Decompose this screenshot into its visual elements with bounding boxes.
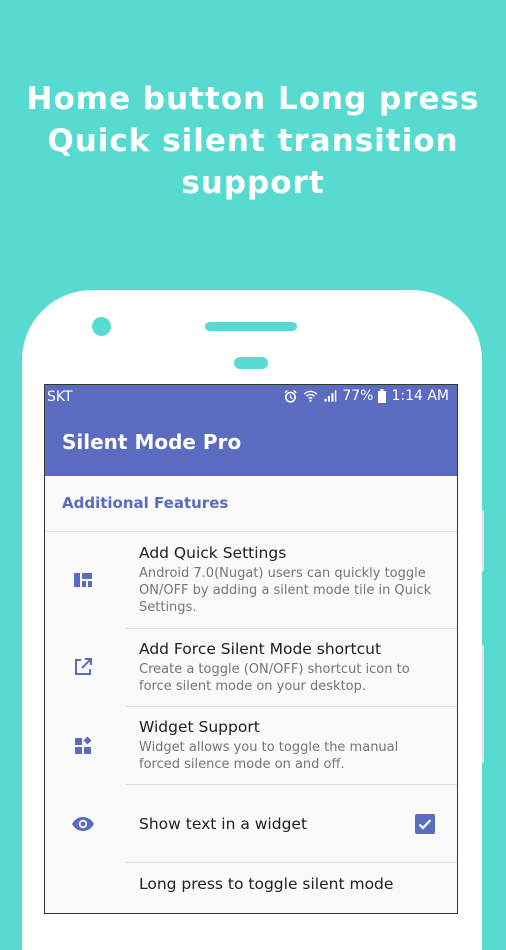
- battery-icon: [378, 389, 387, 403]
- status-bar: SKT 77% 1:14 AM: [45, 385, 457, 410]
- show-text-checkbox[interactable]: [415, 814, 435, 834]
- item-title: Add Quick Settings: [139, 544, 287, 562]
- app-title: Silent Mode Pro: [62, 430, 242, 454]
- quick-settings-tile-icon: [71, 568, 95, 592]
- widgets-icon: [71, 734, 95, 758]
- item-title: Widget Support: [139, 718, 260, 736]
- phone-screen: SKT 77% 1:14 AM Silent Mode Pro Addition…: [44, 384, 458, 914]
- phone-sensor: [234, 357, 268, 369]
- list-item-long-press-toggle[interactable]: Long press to toggle silent mode: [45, 863, 457, 913]
- item-title: Add Force Silent Mode shortcut: [139, 640, 382, 658]
- item-title: Long press to toggle silent mode: [139, 875, 394, 893]
- list-item-show-text-in-widget[interactable]: Show text in a widget: [45, 785, 457, 862]
- wifi-icon: [303, 389, 318, 403]
- clock: 1:14 AM: [391, 388, 449, 404]
- list-item-widget-support[interactable]: Widget Support Widget allows you to togg…: [45, 707, 457, 784]
- battery-percent: 77%: [342, 388, 374, 404]
- app-bar: Silent Mode Pro: [45, 410, 457, 476]
- headline-line-1: Home button Long press: [26, 81, 480, 117]
- headline-line-2: Quick silent transition: [47, 123, 459, 159]
- list-item-add-quick-settings[interactable]: Add Quick Settings Android 7.0(Nugat) us…: [45, 532, 457, 628]
- list-item-force-silent-shortcut[interactable]: Add Force Silent Mode shortcut Create a …: [45, 629, 457, 706]
- status-bar-right: 77% 1:14 AM: [283, 388, 449, 404]
- headline-line-3: support: [181, 165, 325, 201]
- item-title: Show text in a widget: [139, 815, 308, 833]
- phone-camera: [92, 317, 111, 336]
- phone-speaker: [205, 322, 297, 331]
- eye-icon: [71, 812, 95, 836]
- open-in-new-icon: [71, 655, 95, 679]
- item-subtitle: Create a toggle (ON/OFF) shortcut icon t…: [139, 662, 410, 694]
- headline: Home button Long press Quick silent tran…: [0, 78, 506, 204]
- item-subtitle: Widget allows you to toggle the manual f…: [139, 740, 399, 772]
- item-subtitle: Android 7.0(Nugat) users can quickly tog…: [139, 566, 432, 615]
- section-header-additional-features: Additional Features: [62, 494, 229, 512]
- signal-icon: [323, 389, 337, 403]
- carrier-label: SKT: [47, 389, 73, 405]
- check-icon: [418, 819, 432, 830]
- alarm-icon: [283, 389, 298, 404]
